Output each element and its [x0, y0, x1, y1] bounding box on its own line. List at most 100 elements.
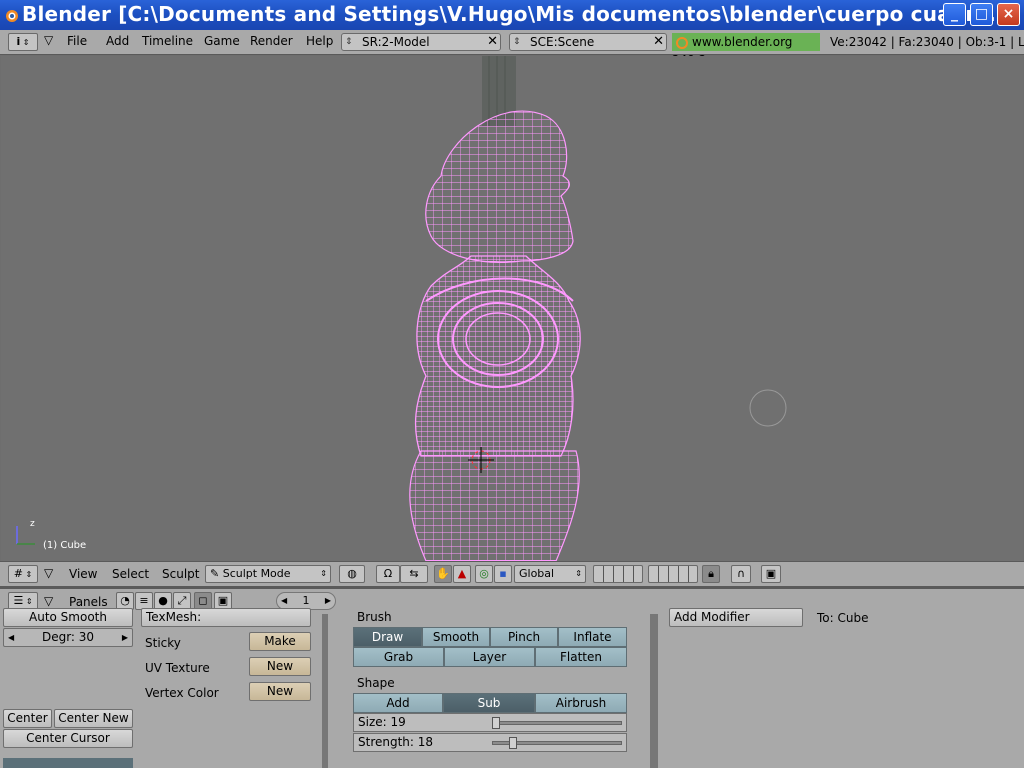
brush-radius-circle: [749, 389, 787, 427]
layer-buttons-1[interactable]: [593, 565, 643, 583]
panels-label[interactable]: Panels: [69, 595, 108, 609]
shape-airbrush-toggle[interactable]: Airbrush: [535, 693, 627, 713]
brush-draw-toggle[interactable]: Draw: [353, 627, 422, 647]
updown-arrow-icon: ⇕: [345, 37, 353, 47]
shape-add-toggle[interactable]: Add: [353, 693, 443, 713]
blender-logo-icon: [6, 10, 18, 22]
updown-arrow-icon: ⇕: [320, 569, 327, 578]
menu-view[interactable]: View: [69, 567, 97, 581]
menu-help[interactable]: Help: [306, 34, 333, 48]
brush-inflate-toggle[interactable]: Inflate: [558, 627, 627, 647]
degr-field[interactable]: ◀ Degr: 30 ▶: [3, 628, 133, 647]
strength-knob[interactable]: [509, 737, 517, 749]
image-icon: ▣: [217, 594, 229, 607]
view3d-header: # ⇕ ▽ View Select Sculpt ✎ Sculpt Mode ⇕…: [0, 561, 1024, 586]
auto-smooth-button[interactable]: Auto Smooth: [3, 608, 133, 627]
delete-screen-icon[interactable]: ✕: [487, 34, 498, 50]
orientation-selector[interactable]: Global ⇕: [514, 565, 586, 583]
right-arrow-icon[interactable]: ▶: [325, 593, 331, 609]
mesh-panel: Auto Smooth ◀ Degr: 30 ▶ Center Center N…: [0, 608, 322, 768]
menu-add[interactable]: Add: [106, 34, 129, 48]
scene-selector[interactable]: ⇕ SCE:Scene ✕: [509, 33, 667, 51]
active-object-label: (1) Cube: [43, 540, 87, 551]
size-knob[interactable]: [492, 717, 500, 729]
brush-strength-slider[interactable]: Strength: 18: [353, 733, 627, 752]
hand-toggle[interactable]: ✋: [434, 565, 452, 583]
draw-type-button[interactable]: ◍: [339, 565, 365, 583]
menu-select[interactable]: Select: [112, 567, 149, 581]
brush-flatten-toggle[interactable]: Flatten: [535, 647, 627, 667]
editing-icon: ◻: [198, 594, 208, 607]
pivot-button[interactable]: Ω: [376, 565, 400, 583]
minimize-button[interactable]: _: [943, 3, 966, 26]
uv-texture-label: UV Texture: [145, 661, 210, 675]
menu-file[interactable]: File: [67, 34, 87, 48]
window-title: Blender [C:\Documents and Settings\V.Hug…: [22, 2, 996, 26]
transform-widget-button[interactable]: ⇆: [400, 565, 428, 583]
snap-button[interactable]: ∩: [731, 565, 751, 583]
brush-icon: ✎: [210, 567, 220, 580]
scale-toggle[interactable]: ▪: [494, 565, 512, 583]
hand-icon: ✋: [436, 567, 450, 580]
vertex-color-new-button[interactable]: New: [249, 682, 311, 701]
brush-smooth-toggle[interactable]: Smooth: [422, 627, 490, 647]
collapse-menu-icon[interactable]: ▽: [44, 33, 53, 47]
mode-selector[interactable]: ✎ Sculpt Mode ⇕: [205, 565, 331, 583]
triangle-icon: ▲: [457, 567, 467, 580]
brush-pinch-toggle[interactable]: Pinch: [490, 627, 558, 647]
left-arrow-icon[interactable]: ◀: [8, 629, 14, 646]
maximize-button[interactable]: □: [970, 3, 993, 26]
uv-texture-new-button[interactable]: New: [249, 657, 311, 676]
center-new-button[interactable]: Center New: [54, 709, 133, 728]
menu-timeline[interactable]: Timeline: [142, 34, 193, 48]
layer-buttons-2[interactable]: [648, 565, 698, 583]
collapse-menu-icon[interactable]: ▽: [44, 594, 53, 608]
translate-toggle[interactable]: ▲: [453, 565, 471, 583]
menu-game[interactable]: Game: [204, 34, 240, 48]
window-type-button[interactable]: # ⇕: [8, 565, 38, 583]
wireframe-mesh: [16, 56, 787, 561]
modifier-target-label: To: Cube: [817, 611, 869, 625]
updown-arrow-icon: ⇕: [513, 37, 521, 47]
center-cursor-button[interactable]: Center Cursor: [3, 729, 133, 748]
3d-viewport[interactable]: z (1) Cube: [1, 56, 1023, 561]
add-modifier-button[interactable]: Add Modifier: [669, 608, 803, 627]
updown-arrow-icon: ⇕: [575, 569, 582, 578]
menu-render[interactable]: Render: [250, 34, 293, 48]
right-arrow-icon[interactable]: ▶: [122, 629, 128, 646]
screen-selector[interactable]: ⇕ SR:2-Model ✕: [341, 33, 501, 51]
manipulator-icon: ⇆: [409, 567, 419, 580]
brush-grab-toggle[interactable]: Grab: [353, 647, 444, 667]
pacman-icon: ◔: [120, 594, 130, 607]
magnet-icon: ∩: [736, 567, 746, 580]
window-type-button[interactable]: i ⇕: [8, 33, 38, 51]
buttons-window-icon: ☰: [13, 594, 24, 607]
square-icon: ▪: [499, 567, 507, 580]
menu-sculpt[interactable]: Sculpt: [162, 567, 199, 581]
rotate-toggle[interactable]: ◎: [475, 565, 493, 583]
sticky-label: Sticky: [145, 636, 181, 650]
image-icon: ▣: [765, 567, 777, 580]
script-icon: ≡: [139, 594, 149, 607]
brush-layer-toggle[interactable]: Layer: [444, 647, 535, 667]
texmesh-field[interactable]: TexMesh:: [141, 608, 311, 627]
axis-icon: ⤢: [177, 594, 187, 607]
shape-title: Shape: [357, 676, 395, 690]
sphere-icon: ◍: [347, 567, 357, 580]
sculpt-panel: Brush Draw Smooth Pinch Inflate Grab Lay…: [328, 610, 650, 768]
delete-scene-icon[interactable]: ✕: [653, 34, 664, 50]
brush-size-slider[interactable]: Size: 19: [353, 713, 627, 732]
lock-layers-button[interactable]: 🔒︎: [702, 565, 720, 583]
collapse-menu-icon[interactable]: ▽: [44, 566, 53, 580]
panel-tab-strip: [3, 758, 133, 768]
axis-z-label: z: [30, 519, 35, 529]
left-arrow-icon[interactable]: ◀: [281, 593, 287, 609]
size-track: [492, 721, 622, 725]
close-button[interactable]: ×: [997, 3, 1020, 26]
shape-sub-toggle[interactable]: Sub: [443, 693, 535, 713]
sphere-icon: ●: [158, 594, 168, 607]
render-preview-button[interactable]: ▣: [761, 565, 781, 583]
sticky-make-button[interactable]: Make: [249, 632, 311, 651]
center-button[interactable]: Center: [3, 709, 52, 728]
lock-icon: 🔒︎: [708, 567, 714, 580]
